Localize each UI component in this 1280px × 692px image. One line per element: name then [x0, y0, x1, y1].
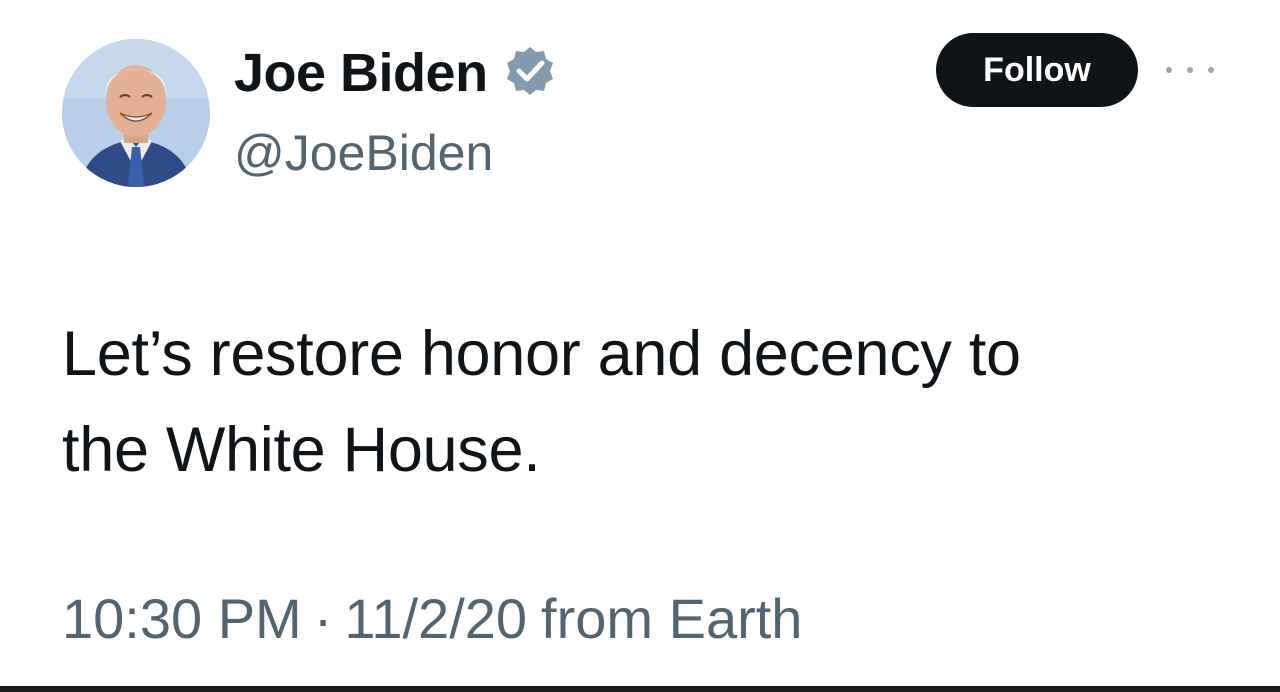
profile-photo: [62, 39, 210, 187]
more-dot: [1166, 67, 1172, 73]
tweet-meta: 10:30 PM · 11/2/20 from Earth: [62, 586, 802, 651]
author-handle[interactable]: @JoeBiden: [234, 124, 493, 182]
tweet-text: Let’s restore honor and decency to the W…: [62, 306, 1242, 498]
tweet-text-line: the White House.: [62, 415, 541, 485]
author-name-row: Joe Biden: [234, 38, 560, 108]
tweet-source: from Earth: [541, 587, 803, 650]
meta-separator: ·: [313, 587, 333, 650]
avatar[interactable]: [62, 39, 210, 187]
bottom-divider: [0, 686, 1280, 692]
follow-button[interactable]: Follow: [936, 33, 1138, 107]
more-options-icon[interactable]: [1166, 58, 1214, 82]
tweet-card: Joe Biden @JoeBiden Follow Let’s restore…: [0, 0, 1280, 692]
tweet-date[interactable]: 11/2/20: [344, 586, 527, 651]
tweet-time[interactable]: 10:30 PM: [62, 586, 302, 651]
display-name[interactable]: Joe Biden: [234, 42, 488, 104]
tweet-text-line: Let’s restore honor and decency to: [62, 319, 1021, 389]
more-dot: [1187, 67, 1193, 73]
more-dot: [1208, 67, 1214, 73]
verified-badge-icon[interactable]: [500, 43, 560, 103]
